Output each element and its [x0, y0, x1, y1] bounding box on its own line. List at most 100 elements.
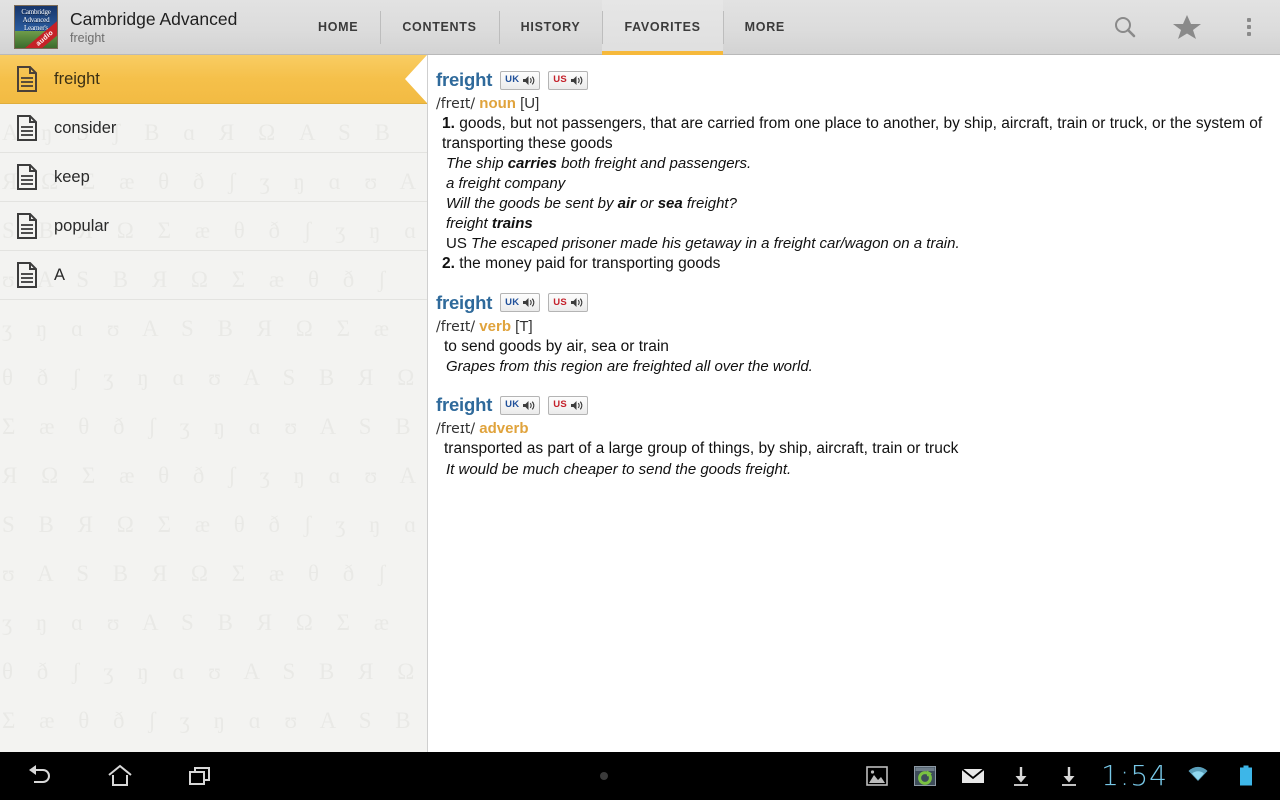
dictionary-content: freight UK US	[427, 55, 1280, 752]
entry-header: freight UK US	[432, 390, 1266, 418]
list-item-label: A	[54, 266, 65, 285]
part-of-speech: noun	[479, 95, 516, 112]
us-audio-button[interactable]: US	[548, 71, 588, 90]
example-2: a freight company	[432, 173, 1266, 193]
download-icon	[1011, 765, 1031, 787]
speaker-icon	[522, 297, 535, 308]
recent-apps-button[interactable]	[160, 752, 240, 800]
tab-contents[interactable]: CONTENTS	[380, 0, 498, 55]
example-1: The ship carries both freight and passen…	[432, 153, 1266, 173]
favorites-star-button[interactable]	[1156, 0, 1218, 55]
overflow-menu-button[interactable]	[1218, 0, 1280, 55]
star-icon	[1172, 13, 1202, 41]
headword: freight	[436, 394, 492, 416]
speaker-icon	[570, 400, 583, 411]
grammar-code: [U]	[520, 95, 539, 112]
action-bar-actions	[1094, 0, 1280, 55]
search-button[interactable]	[1094, 0, 1156, 55]
part-of-speech: adverb	[479, 420, 528, 437]
list-item-popular[interactable]: popular	[0, 202, 427, 251]
document-icon	[16, 164, 38, 190]
speaker-icon	[522, 75, 535, 86]
list-item-label: keep	[54, 168, 90, 187]
example-5: US The escaped prisoner made his getaway…	[432, 233, 1266, 253]
document-icon	[16, 115, 38, 141]
nav-indicator-dot	[600, 772, 608, 780]
battery-status-icon[interactable]	[1222, 752, 1270, 800]
gallery-notification-icon[interactable]	[853, 752, 901, 800]
us-label: US	[553, 75, 567, 85]
speaker-icon	[570, 75, 583, 86]
download-notification-icon-1[interactable]	[997, 752, 1045, 800]
speaker-icon	[522, 400, 535, 411]
list-item-a[interactable]: A	[0, 251, 427, 300]
sense-1: to send goods by air, sea or train	[432, 336, 1266, 357]
back-button[interactable]	[0, 752, 80, 800]
tab-bar: HOME CONTENTS HISTORY FAVORITES MORE	[296, 0, 807, 55]
us-label: US	[553, 298, 567, 308]
example-4: freight trains	[432, 213, 1266, 233]
home-button[interactable]	[80, 752, 160, 800]
uk-audio-button[interactable]: UK	[500, 396, 540, 415]
search-icon	[1112, 14, 1138, 40]
entry-header: freight UK US	[432, 65, 1266, 93]
status-clock[interactable]: 1:54	[1093, 762, 1174, 790]
gallery-icon	[866, 766, 888, 786]
overflow-menu-icon	[1247, 18, 1251, 36]
sense-2: 2. the money paid for transporting goods	[432, 253, 1266, 274]
system-navigation-bar: 1:54	[0, 752, 1280, 800]
pronunciation-line: /freɪt/ adverb	[432, 418, 1266, 438]
document-icon	[16, 66, 38, 92]
sense-text: goods, but not passengers, that are carr…	[442, 115, 1262, 152]
list-item-freight[interactable]: freight	[0, 55, 427, 104]
dictionary-entry-adverb: freight UK US	[432, 390, 1266, 479]
download-icon	[1059, 765, 1079, 787]
pronunciation-line: /freɪt/ noun [U]	[432, 93, 1266, 113]
ipa-transcription: /freɪt/	[436, 421, 475, 437]
list-item-label: consider	[54, 119, 116, 138]
uk-audio-button[interactable]: UK	[500, 71, 540, 90]
recent-apps-icon	[185, 763, 215, 789]
uk-label: UK	[505, 298, 519, 308]
status-tray: 1:54	[853, 752, 1280, 800]
sync-app-notification-icon[interactable]	[901, 752, 949, 800]
app-root: Cambridge Advanced Learner's audio Cambr…	[0, 0, 1280, 800]
dictionary-entry-noun: freight UK US	[432, 65, 1266, 274]
us-audio-button[interactable]: US	[548, 293, 588, 312]
action-bar: Cambridge Advanced Learner's audio Cambr…	[0, 0, 1280, 55]
favorites-sidebar[interactable]: A ʊ S ʒ B Σ Я ð Ω θ æ A ŋ S ʃ B ɑ Я Ω A …	[0, 55, 427, 752]
tab-home[interactable]: HOME	[296, 0, 380, 55]
ipa-transcription: /freɪt/	[436, 319, 475, 335]
sync-app-icon	[914, 766, 936, 786]
download-notification-icon-2[interactable]	[1045, 752, 1093, 800]
list-item-keep[interactable]: keep	[0, 153, 427, 202]
document-icon	[16, 262, 38, 288]
tab-favorites[interactable]: FAVORITES	[602, 0, 722, 55]
list-item-label: freight	[54, 70, 100, 89]
app-subtitle: freight	[70, 30, 270, 46]
document-icon	[16, 213, 38, 239]
wifi-icon	[1186, 766, 1210, 786]
email-icon	[961, 767, 985, 785]
list-item-consider[interactable]: consider	[0, 104, 427, 153]
headword: freight	[436, 292, 492, 314]
back-arrow-icon	[25, 763, 55, 789]
app-icon: Cambridge Advanced Learner's audio	[14, 5, 58, 49]
sense-number: 2.	[442, 255, 455, 272]
example-3: Will the goods be sent by air or sea fre…	[432, 193, 1266, 213]
pronunciation-line: /freɪt/ verb [T]	[432, 316, 1266, 336]
dictionary-entry-verb: freight UK US	[432, 288, 1266, 377]
list-item-label: popular	[54, 217, 109, 236]
tab-more[interactable]: MORE	[723, 0, 807, 55]
grammar-code: [T]	[515, 318, 533, 335]
example-1: It would be much cheaper to send the goo…	[432, 459, 1266, 479]
selected-pointer-notch	[405, 55, 427, 103]
email-notification-icon[interactable]	[949, 752, 997, 800]
wifi-status-icon[interactable]	[1174, 752, 1222, 800]
tab-history[interactable]: HISTORY	[499, 0, 603, 55]
home-icon	[105, 763, 135, 789]
us-audio-button[interactable]: US	[548, 396, 588, 415]
uk-label: UK	[505, 75, 519, 85]
favorites-list: freight consider	[0, 55, 427, 300]
uk-audio-button[interactable]: UK	[500, 293, 540, 312]
